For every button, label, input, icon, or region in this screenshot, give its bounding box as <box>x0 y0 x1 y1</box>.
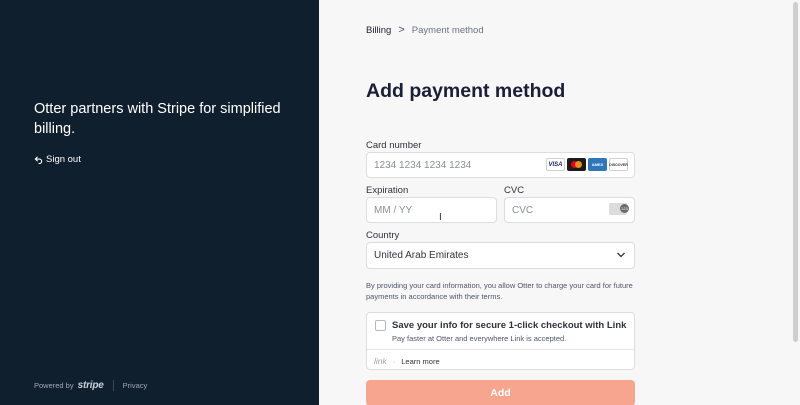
chevron-down-icon <box>617 252 625 258</box>
country-label: Country <box>366 230 400 241</box>
consent-text: By providing your card information, you … <box>366 281 633 301</box>
left-panel: Otter partners with Stripe for simplifie… <box>0 0 319 405</box>
breadcrumb-billing[interactable]: Billing <box>366 25 391 36</box>
powered-by-footer: Powered by stripe Privacy <box>34 380 147 391</box>
right-panel: Billing > Payment method Add payment met… <box>319 0 800 405</box>
card-brands: VISA AMEX DISCOVER <box>546 158 628 171</box>
scrollbar[interactable] <box>793 2 798 342</box>
privacy-link[interactable]: Privacy <box>123 381 148 390</box>
breadcrumb: Billing > Payment method <box>366 24 484 36</box>
discover-icon: DISCOVER <box>609 158 628 171</box>
link-save-box: Save your info for secure 1-click checko… <box>366 312 635 370</box>
card-number-label: Card number <box>366 140 422 151</box>
tagline: Otter partners with Stripe for simplifie… <box>34 101 281 137</box>
mastercard-icon <box>567 158 586 171</box>
save-info-checkbox[interactable] <box>375 320 386 331</box>
link-divider <box>367 349 634 350</box>
expiration-input[interactable] <box>374 204 496 216</box>
country-value: United Arab Emirates <box>374 250 469 261</box>
expiration-field[interactable] <box>366 197 497 223</box>
chevron-right-icon: > <box>398 24 405 36</box>
sign-out-link[interactable]: Sign out <box>34 154 81 165</box>
link-heading: Save your info for secure 1-click checko… <box>392 320 627 331</box>
link-subtext: Pay faster at Otter and everywhere Link … <box>392 334 567 343</box>
text-cursor-icon: I <box>439 212 442 223</box>
cvc-label: CVC <box>504 185 525 196</box>
cvc-icon-number: 123 <box>620 204 629 213</box>
link-footer: link · Learn more <box>374 356 440 366</box>
expiration-label: Expiration <box>366 185 409 196</box>
cvc-field[interactable]: 123 <box>504 197 635 223</box>
cvc-card-icon: 123 <box>609 203 629 215</box>
link-logo: link <box>374 356 387 366</box>
page-title: Add payment method <box>366 80 566 102</box>
powered-by-text: Powered by <box>34 381 74 390</box>
return-arrow-icon <box>34 156 43 164</box>
visa-icon: VISA <box>546 158 565 171</box>
card-number-field[interactable]: VISA AMEX DISCOVER <box>366 152 635 178</box>
amex-icon: AMEX <box>588 158 607 171</box>
stripe-logo[interactable]: stripe <box>78 380 104 391</box>
sign-out-label: Sign out <box>46 154 81 165</box>
add-button[interactable]: Add <box>366 380 635 405</box>
breadcrumb-current: Payment method <box>411 24 484 36</box>
footer-divider <box>112 380 114 391</box>
country-select[interactable]: United Arab Emirates <box>366 242 635 269</box>
learn-more-link[interactable]: Learn more <box>401 357 439 366</box>
link-dot: · <box>392 356 396 366</box>
